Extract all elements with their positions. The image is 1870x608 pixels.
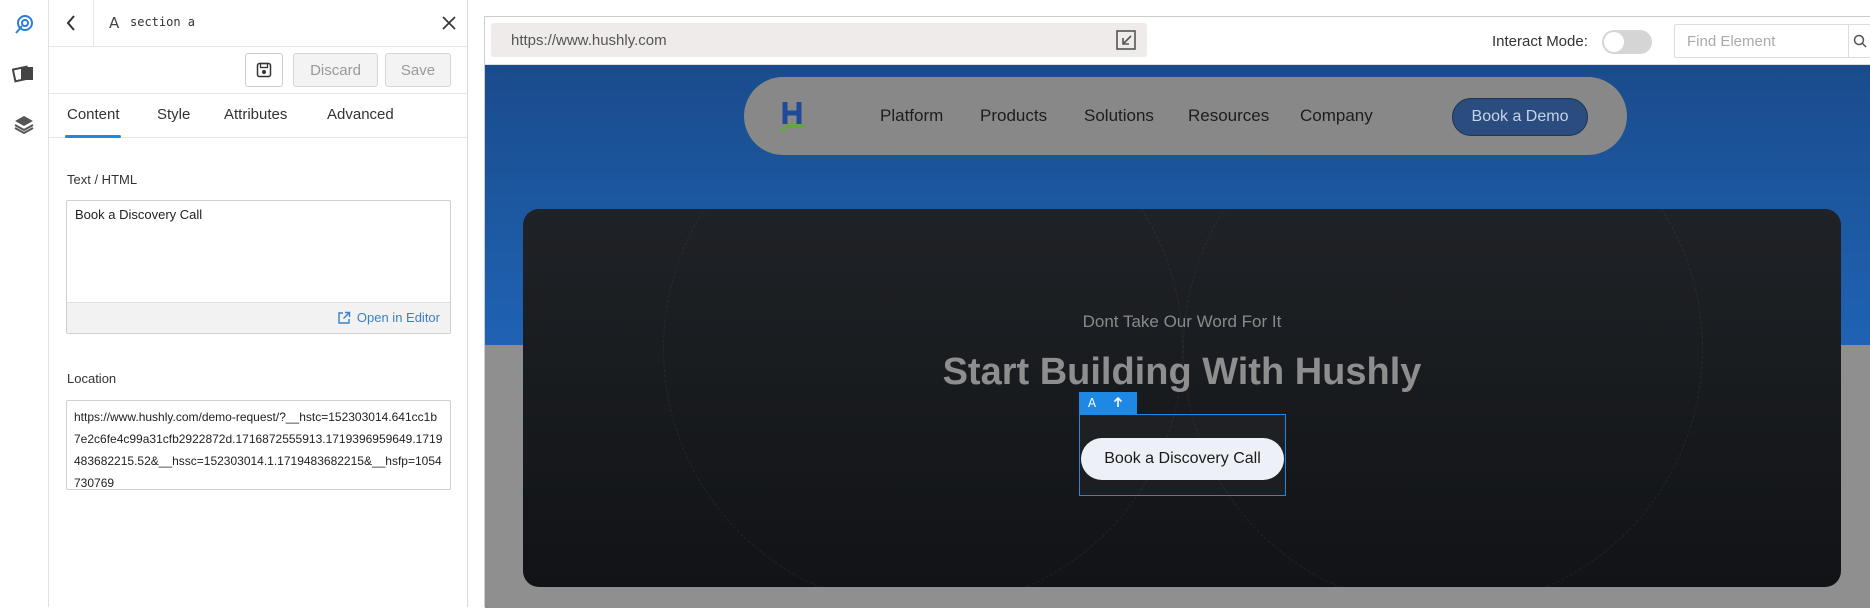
text-html-field[interactable]: Book a Discovery Call Open in Editor [66, 200, 451, 334]
save-button[interactable]: Save [385, 53, 451, 87]
panel-tabs: Content Style Attributes Advanced [49, 94, 468, 138]
text-html-value[interactable]: Book a Discovery Call [75, 207, 202, 222]
search-button[interactable] [1848, 24, 1870, 58]
layers-icon[interactable] [0, 100, 48, 148]
location-field[interactable]: https://www.hushly.com/demo-request/?__h… [66, 400, 451, 490]
back-button[interactable] [49, 0, 94, 46]
external-link-icon [338, 311, 351, 324]
location-value[interactable]: https://www.hushly.com/demo-request/?__h… [74, 406, 443, 494]
site-navbar: Platform Products Solutions Resources Co… [744, 77, 1627, 155]
tab-style[interactable]: Style [157, 106, 190, 123]
nav-resources[interactable]: Resources [1188, 106, 1269, 126]
save-icon [256, 62, 272, 78]
book-demo-button[interactable]: Book a Demo [1452, 98, 1588, 136]
text-field-footer: Open in Editor [67, 302, 450, 333]
tab-content[interactable]: Content [67, 106, 120, 123]
open-in-editor-label: Open in Editor [356, 310, 440, 325]
element-name: section a [130, 15, 196, 29]
location-label: Location [67, 371, 117, 386]
url-bar[interactable]: https://www.hushly.com [491, 23, 1147, 57]
browser-toolbar: https://www.hushly.com Interact Mode: Fi… [485, 17, 1870, 65]
panel-header: A section a [49, 0, 468, 47]
text-html-label: Text / HTML [67, 172, 138, 187]
nav-platform[interactable]: Platform [880, 106, 943, 126]
site-viewport: Platform Products Solutions Resources Co… [485, 65, 1870, 608]
toggle-knob [1604, 32, 1624, 52]
arrow-up-icon[interactable] [1105, 396, 1131, 411]
hero-title: Start Building With Hushly [942, 351, 1422, 393]
find-element-input[interactable]: Find Element [1674, 24, 1849, 58]
hero-section: Dont Take Our Word For It Start Building… [523, 209, 1841, 587]
selection-tag-letter: A [1087, 396, 1097, 410]
close-button[interactable] [438, 12, 460, 34]
pages-icon[interactable] [0, 50, 48, 98]
discard-button[interactable]: Discard [293, 53, 378, 87]
panel-toolbar: Discard Save [49, 47, 468, 94]
find-element-placeholder: Find Element [1687, 33, 1776, 50]
target-select-icon[interactable] [0, 0, 48, 48]
tab-advanced[interactable]: Advanced [327, 106, 394, 123]
search-icon [1853, 34, 1867, 48]
editor-panel: A section a Discard Save Content Style A… [49, 0, 468, 607]
open-url-icon[interactable] [1115, 29, 1137, 55]
decor-arc [1183, 209, 1703, 587]
chevron-left-icon [66, 15, 75, 31]
active-tab-indicator [65, 135, 121, 138]
selection-tag[interactable]: A [1079, 392, 1137, 414]
tab-attributes[interactable]: Attributes [224, 106, 287, 123]
url-text[interactable]: https://www.hushly.com [511, 32, 667, 49]
hushly-logo [780, 102, 806, 132]
element-type-letter: A [109, 14, 120, 32]
nav-products[interactable]: Products [980, 106, 1047, 126]
close-icon [442, 16, 456, 30]
interact-mode-label: Interact Mode: [1492, 33, 1588, 50]
browser-preview: https://www.hushly.com Interact Mode: Fi… [484, 16, 1870, 608]
icon-rail [0, 0, 49, 607]
nav-solutions[interactable]: Solutions [1084, 106, 1154, 126]
nav-company[interactable]: Company [1300, 106, 1373, 126]
save-copy-button[interactable] [245, 53, 283, 87]
discovery-call-button[interactable]: Book a Discovery Call [1081, 438, 1284, 480]
interact-mode-toggle[interactable] [1602, 30, 1652, 54]
open-in-editor-link[interactable]: Open in Editor [337, 310, 440, 325]
hero-subtitle: Dont Take Our Word For It [1082, 312, 1282, 331]
